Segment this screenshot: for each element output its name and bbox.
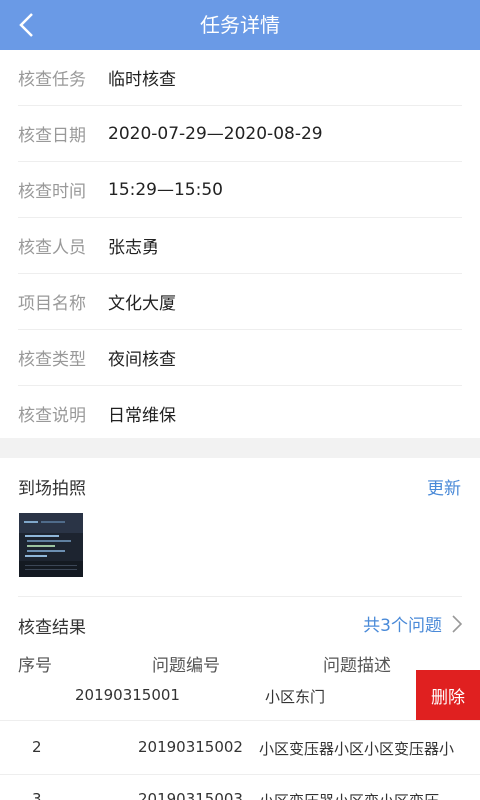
detail-label: 核查类型 <box>18 350 86 370</box>
row-divider <box>0 774 480 775</box>
photo-thumbnail[interactable] <box>19 513 83 577</box>
page-title: 任务详情 <box>200 13 280 37</box>
detail-row-time: 核查时间 15:29—15:50 <box>18 162 462 218</box>
detail-row-task: 核查任务 临时核查 <box>18 50 462 106</box>
cell-desc: 小区变压器小区小区变压器小 <box>259 740 455 758</box>
result-section: 核查结果 共3个问题 序号 问题编号 问题描述 20190315001 小区东门… <box>0 597 480 800</box>
photo-section-title: 到场拍照 <box>18 479 86 499</box>
issue-count-link[interactable]: 共3个问题 <box>363 611 462 636</box>
row-divider <box>0 720 480 721</box>
issue-count-label: 共3个问题 <box>363 616 442 636</box>
photo-image <box>19 513 83 577</box>
cell-index: 2 <box>32 738 42 756</box>
detail-label: 核查人员 <box>18 238 86 258</box>
detail-value: 文化大厦 <box>108 294 176 314</box>
detail-label: 项目名称 <box>18 294 86 314</box>
cell-code: 20190315001 <box>75 686 180 704</box>
chevron-right-icon <box>452 614 462 633</box>
update-photo-link[interactable]: 更新 <box>427 474 461 499</box>
task-details: 核查任务 临时核查 核查日期 2020-07-29—2020-08-29 核查时… <box>0 50 480 441</box>
column-header-desc: 问题描述 <box>323 656 391 676</box>
delete-button[interactable]: 删除 <box>416 670 480 720</box>
detail-label: 核查时间 <box>18 182 86 202</box>
detail-value: 2020-07-29—2020-08-29 <box>108 123 323 144</box>
detail-value: 夜间核查 <box>108 350 176 370</box>
detail-row-type: 核查类型 夜间核查 <box>18 330 462 386</box>
cell-desc: 小区东门 <box>265 688 326 706</box>
detail-value: 日常维保 <box>108 406 176 426</box>
cell-code: 20190315002 <box>138 738 243 756</box>
detail-value: 临时核查 <box>108 70 176 90</box>
photo-section: 到场拍照 更新 <box>0 458 480 596</box>
column-header-index: 序号 <box>18 656 52 676</box>
cell-index: 3 <box>32 790 42 800</box>
detail-row-project: 项目名称 文化大厦 <box>18 274 462 330</box>
detail-label: 核查说明 <box>18 406 86 426</box>
detail-label: 核查日期 <box>18 126 86 146</box>
cell-code: 20190315003 <box>138 790 243 800</box>
app-header: 任务详情 <box>0 0 480 50</box>
section-spacer <box>0 438 480 458</box>
result-section-title: 核查结果 <box>18 618 86 638</box>
detail-label: 核查任务 <box>18 70 86 90</box>
detail-value: 15:29—15:50 <box>108 179 223 200</box>
cell-desc: 小区变压器小区变小区变压 <box>259 790 439 800</box>
detail-value: 张志勇 <box>108 238 159 258</box>
column-header-code: 问题编号 <box>152 656 220 676</box>
detail-row-date: 核查日期 2020-07-29—2020-08-29 <box>18 106 462 162</box>
detail-row-note: 核查说明 日常维保 <box>18 386 462 441</box>
detail-row-inspector: 核查人员 张志勇 <box>18 218 462 274</box>
